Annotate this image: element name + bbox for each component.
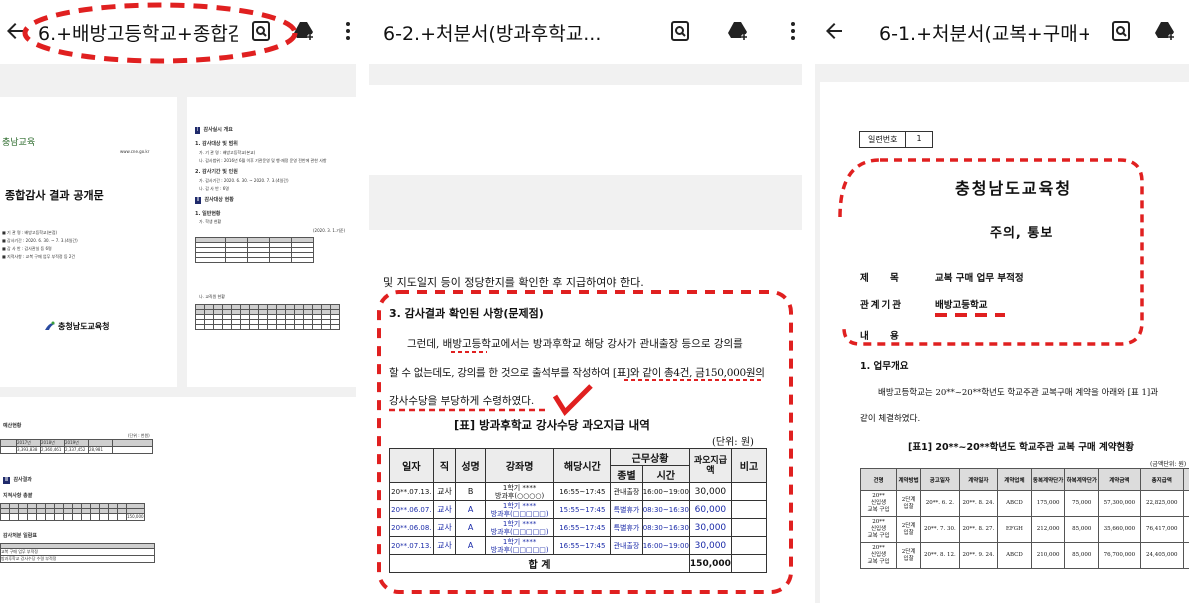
summary-line: 나. 감사범위 : 2016년 6월 이후 기관운영 및 행·재정 운영 전반에… xyxy=(199,158,327,163)
summary-line: 가. 감사기간 : 2020. 6. 30. ~ 2020. 7. 3.(4일간… xyxy=(199,178,289,183)
cover-line: ■ 감 사 반 : 감사관실 등 6명 xyxy=(2,246,52,251)
viewer-panel-2: 6-2.+처분서(방과후학교... 및 지도일지 등이 정당한지를 확인한 후 … xyxy=(369,0,802,603)
search-in-document-icon[interactable] xyxy=(1108,18,1134,44)
page-disposition: 일련번호 1 충청남도교육청 주의, 통보 제 목 교복 구매 업무 부적정 관… xyxy=(820,82,1189,603)
viewer-panel-1: 6.+배방고등학교+종합감... 충남교육 www.cne.go.kr 종합감사… xyxy=(0,0,356,603)
budget-heading: 예산현황 xyxy=(3,423,22,429)
top-app-bar: 6-2.+처분서(방과후학교... xyxy=(369,0,802,64)
red-dashed-annotation xyxy=(838,158,1144,346)
summary-line: 나. 교직원 현황 xyxy=(199,294,225,299)
cover-line: ■ 기 관 명 : 배방고등학교(본점) xyxy=(2,230,58,235)
education-logo-mark: 충남교육 xyxy=(2,138,36,148)
reference-date: (2020. 3. 1.기준) xyxy=(313,228,346,233)
more-options-icon[interactable] xyxy=(780,18,802,44)
website: www.cne.go.kr xyxy=(120,149,150,154)
add-to-drive-icon[interactable] xyxy=(1152,18,1178,44)
cover-line: ■ 감사기간 : 2020. 6. 30. ~ 7. 3.(4일간) xyxy=(2,238,78,243)
back-arrow-icon[interactable] xyxy=(821,18,847,44)
search-in-document-icon[interactable] xyxy=(667,18,693,44)
cover-line: ■ 지적사항 : 교복 구매 업무 부적정 등 2건 xyxy=(2,254,76,259)
viewer-panel-3: 6-1.+처분서(교복+구매+... 일련번호 1 충청남도교육청 주의, 통보… xyxy=(815,0,1189,603)
section-heading: 감사실시 개요 xyxy=(203,127,233,133)
document-title: 6-2.+처분서(방과후학교... xyxy=(383,23,602,45)
page-blank xyxy=(369,85,802,175)
section-heading: 감사대상 현황 xyxy=(204,197,234,203)
summary-line: 나. 감 사 반 : 6명 xyxy=(199,186,229,191)
agency-emblem-icon xyxy=(45,321,55,330)
findings-table: 150,000 xyxy=(0,503,145,521)
sub-heading: 1. 감사대상 및 범위 xyxy=(195,141,238,147)
top-app-bar: 6-1.+처분서(교복+구매+... xyxy=(815,0,1189,64)
result-heading: 감사결과 xyxy=(13,477,32,483)
page-findings: 및 지도일지 등이 정당한지를 확인한 후 지급하여야 한다. 3. 감사결과 … xyxy=(369,230,802,603)
red-dashed-annotation xyxy=(377,290,793,594)
summary-line: 가. 기 관 명 : 배방고등학교(본교) xyxy=(199,150,256,155)
student-table xyxy=(195,237,314,263)
disposition-table: 교복 구매 업무 부적정 방과후학교 강사수당 수령 부적정 xyxy=(0,543,155,563)
summary-line: 가. 학생 현황 xyxy=(199,219,222,224)
staff-table xyxy=(195,304,340,330)
cover-heading: 종합감사 결과 공개문 xyxy=(5,189,104,202)
document-title: 6-1.+처분서(교복+구매+... xyxy=(879,23,1089,45)
budget-table: 2017년 2018년 2019년 3,393,838 2,360,461 2,337,… xyxy=(0,439,153,454)
page-cover: 충남교육 www.cne.go.kr 종합감사 결과 공개문 ■ 기 관 명 :… xyxy=(0,97,177,387)
add-to-drive-icon[interactable] xyxy=(725,18,751,44)
page-summary: Ⅰ 감사실시 개요 1. 감사대상 및 범위 가. 기 관 명 : 배방고등학교(… xyxy=(187,97,356,387)
sub-heading: 2. 감사기간 및 인원 xyxy=(195,169,238,175)
agency-logo: 충청남도교육청 xyxy=(44,320,110,332)
red-dashed-annotation xyxy=(22,2,298,64)
sub-heading: 1. 일반현황 xyxy=(195,211,221,217)
page-budget-results: 예산현황 (단위 : 천원) 2017년 2018년 2019년 3,393,838… xyxy=(0,397,356,603)
sub-heading: 지적사항 총괄 xyxy=(3,493,33,499)
sub-heading: 감사처분 일람표 xyxy=(3,533,37,539)
